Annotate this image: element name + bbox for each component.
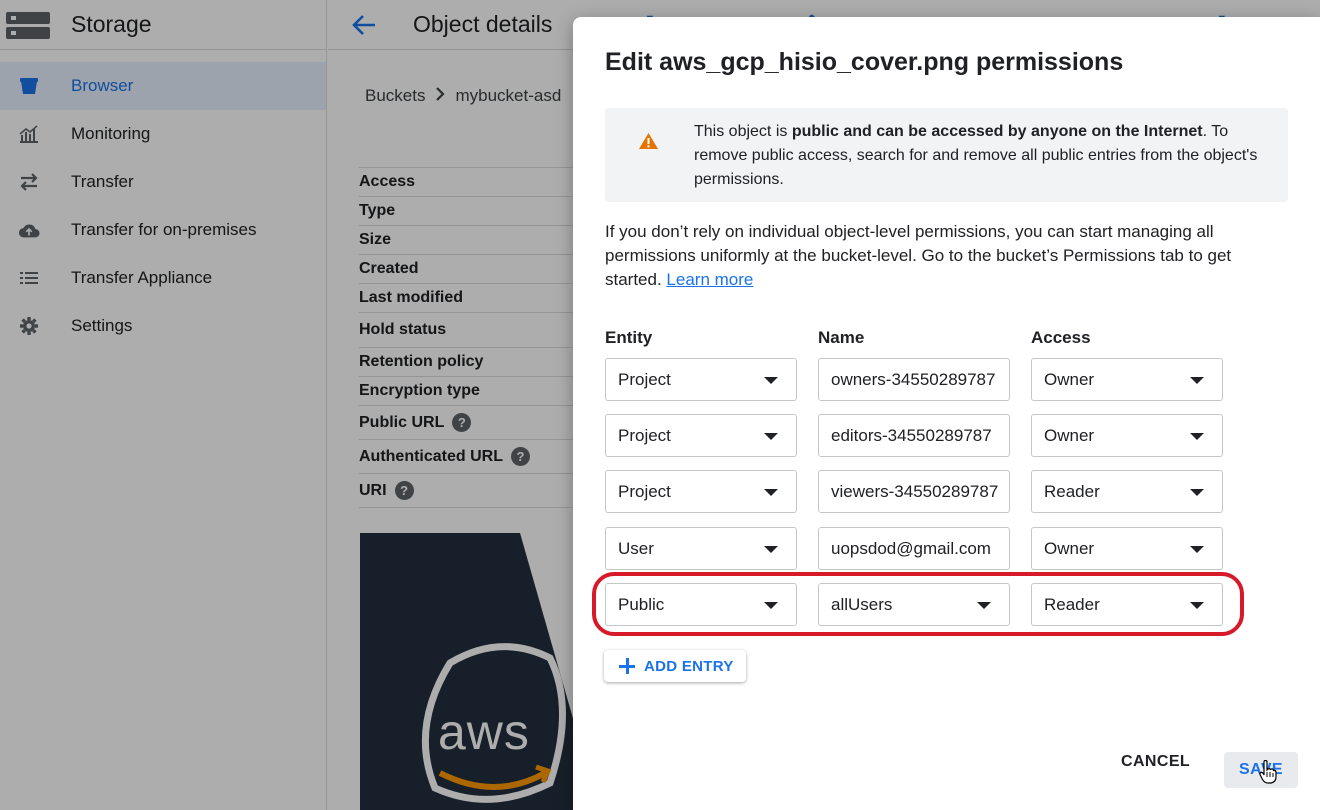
public-warning-banner: This object is public and can be accesse… [605,108,1288,202]
access-select[interactable]: Reader [1031,470,1223,513]
cancel-button[interactable]: CANCEL [1121,753,1190,771]
name-input[interactable]: editors-34550289787 [818,414,1010,457]
entity-select[interactable]: Project [605,470,797,513]
dropdown-caret-icon [1190,377,1204,384]
access-select[interactable]: Owner [1031,527,1223,570]
entity-select[interactable]: User [605,527,797,570]
name-input[interactable]: owners-34550289787 [818,358,1010,401]
dropdown-caret-icon [1190,433,1204,440]
add-entry-button[interactable]: ADD ENTRY [604,650,746,682]
dialog-title: Edit aws_gcp_hisio_cover.png permissions [605,48,1124,76]
hand-cursor-icon [1259,759,1277,789]
public-entry-highlight [592,572,1244,636]
column-header-name: Name [818,328,865,347]
entity-select[interactable]: Project [605,414,797,457]
dropdown-caret-icon [1190,489,1204,496]
dropdown-caret-icon [764,377,778,384]
entity-select[interactable]: Project [605,358,797,401]
edit-permissions-dialog: Edit aws_gcp_hisio_cover.png permissions… [573,17,1320,810]
access-select[interactable]: Owner [1031,358,1223,401]
column-header-access: Access [1031,328,1091,347]
warning-icon [638,132,659,155]
dropdown-caret-icon [1190,546,1204,553]
column-header-entity: Entity [605,328,653,347]
name-input[interactable]: uopsdod@gmail.com [818,527,1010,570]
learn-more-link[interactable]: Learn more [666,270,753,289]
warning-text: This object is public and can be accesse… [694,123,1258,188]
access-select[interactable]: Owner [1031,414,1223,457]
plus-icon [619,658,635,674]
dropdown-caret-icon [764,546,778,553]
dropdown-caret-icon [764,489,778,496]
name-input[interactable]: viewers-34550289787 [818,470,1010,513]
uniform-access-info: If you don’t rely on individual object-l… [605,222,1232,289]
dropdown-caret-icon [764,433,778,440]
